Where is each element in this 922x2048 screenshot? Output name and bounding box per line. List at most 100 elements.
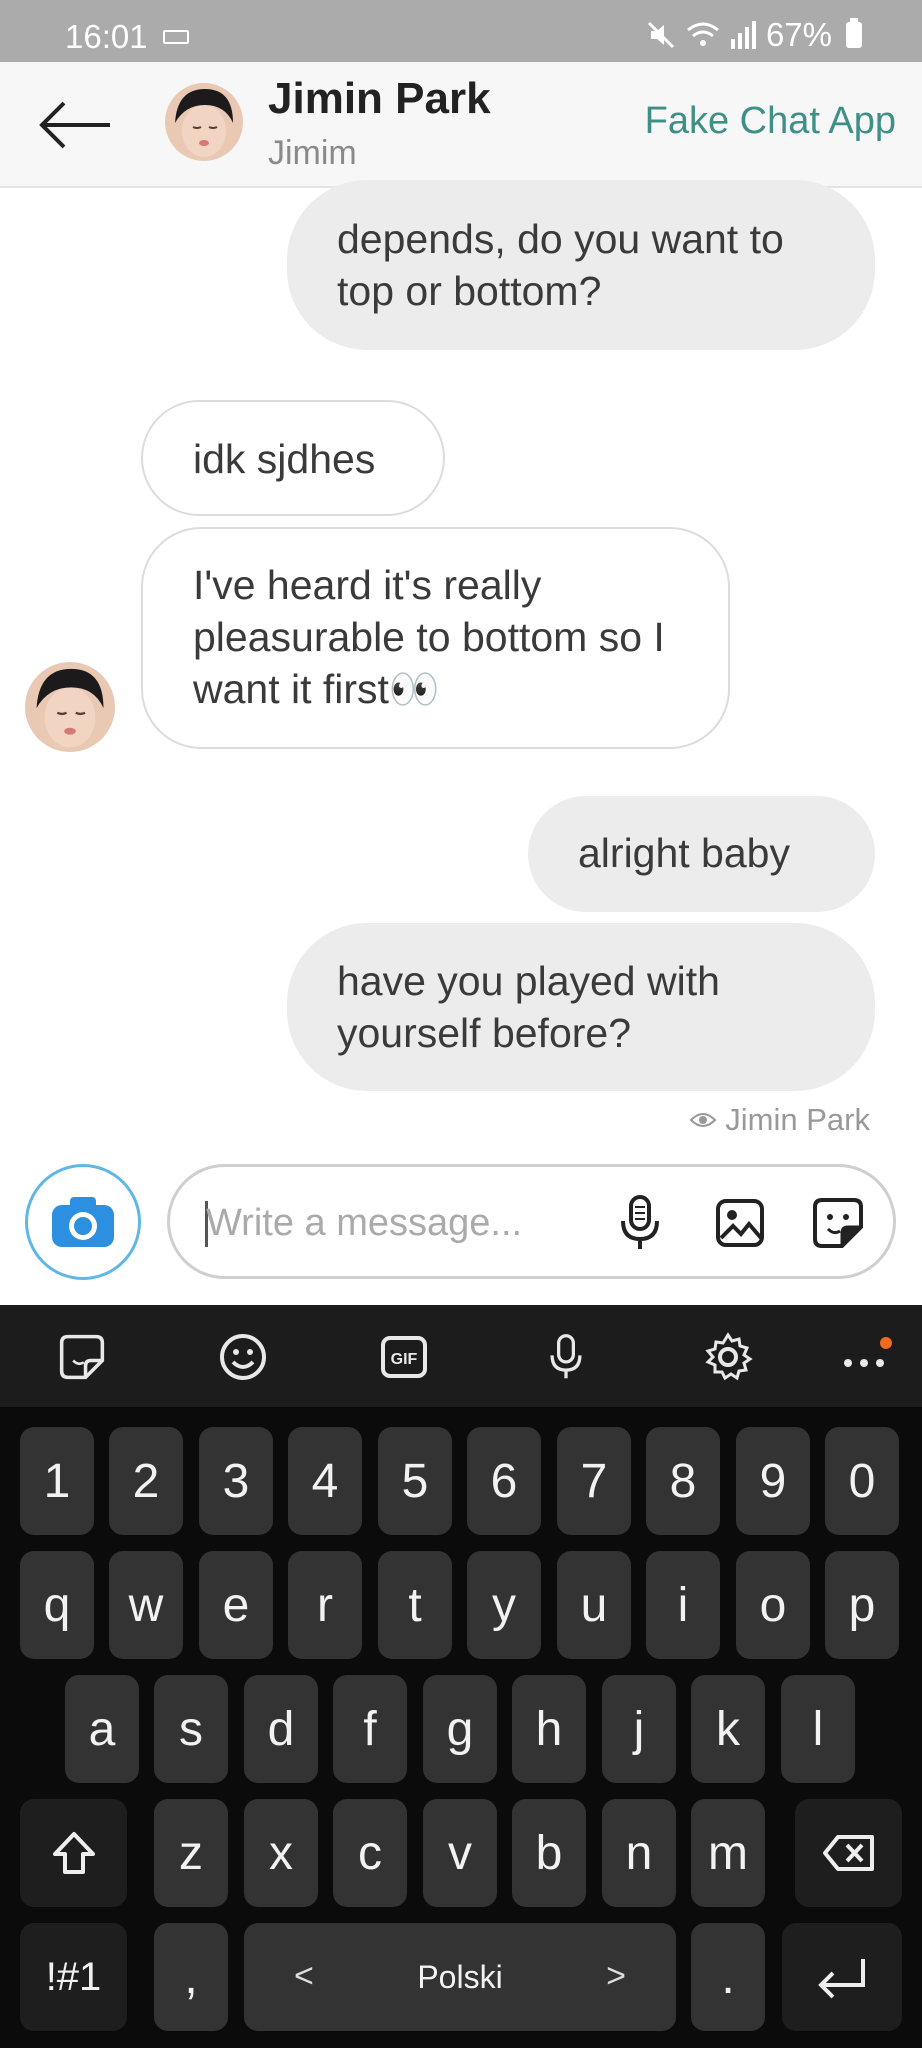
seen-indicator: Jimin Park: [689, 1102, 870, 1138]
avatar-image: [25, 662, 115, 752]
contact-username: Jimim: [268, 134, 357, 172]
key-o[interactable]: o: [736, 1551, 810, 1659]
status-time: 16:01: [65, 18, 148, 55]
language-next-indicator: >: [606, 1957, 626, 1995]
sticker-icon: [59, 1334, 105, 1380]
key-2[interactable]: 2: [109, 1427, 183, 1535]
key-0[interactable]: 0: [825, 1427, 899, 1535]
shift-key[interactable]: [20, 1799, 127, 1907]
symbols-key[interactable]: !#1: [20, 1923, 127, 2031]
shift-icon: [52, 1832, 95, 1874]
back-button[interactable]: [30, 90, 120, 160]
sticker-icon: [813, 1198, 863, 1248]
key-c[interactable]: c: [333, 1799, 407, 1907]
voice-record-button[interactable]: [610, 1193, 670, 1253]
key-7[interactable]: 7: [557, 1427, 631, 1535]
key-f[interactable]: f: [333, 1675, 407, 1783]
status-right: 67%: [646, 16, 862, 54]
key-s[interactable]: s: [154, 1675, 228, 1783]
battery-icon: [846, 18, 862, 48]
key-3[interactable]: 3: [199, 1427, 273, 1535]
space-bar-language-label: Polski: [417, 1958, 503, 1995]
seen-by-name: Jimin Park: [725, 1102, 870, 1137]
key-m[interactable]: m: [691, 1799, 765, 1907]
key-z[interactable]: z: [154, 1799, 228, 1907]
kb-emoji-button[interactable]: [213, 1327, 273, 1387]
more-icon: [844, 1337, 892, 1367]
gear-icon: [705, 1332, 753, 1381]
key-6[interactable]: 6: [467, 1427, 541, 1535]
key-a[interactable]: a: [65, 1675, 139, 1783]
app-name-link[interactable]: Fake Chat App: [645, 100, 896, 143]
key-d[interactable]: d: [244, 1675, 318, 1783]
key-v[interactable]: v: [423, 1799, 497, 1907]
sticker-button[interactable]: [808, 1193, 868, 1253]
signal-icon: [730, 21, 756, 49]
key-u[interactable]: u: [557, 1551, 631, 1659]
eye-icon: [689, 1113, 717, 1127]
message-input-container: [167, 1164, 896, 1279]
key-p[interactable]: p: [825, 1551, 899, 1659]
key-9[interactable]: 9: [736, 1427, 810, 1535]
message-bubble-incoming[interactable]: idk sjdhes: [141, 400, 445, 516]
key-y[interactable]: y: [467, 1551, 541, 1659]
arrow-left-icon: [39, 101, 110, 149]
key-n[interactable]: n: [602, 1799, 676, 1907]
kb-gif-button[interactable]: GIF: [374, 1327, 434, 1387]
mute-icon: [647, 21, 674, 49]
key-l[interactable]: l: [781, 1675, 855, 1783]
key-t[interactable]: t: [378, 1551, 452, 1659]
key-h[interactable]: h: [512, 1675, 586, 1783]
message-bubble-outgoing[interactable]: have you played with yourself before?: [287, 923, 875, 1091]
chat-header: Jimin Park Jimim Fake Chat App: [0, 62, 922, 188]
key-1[interactable]: 1: [20, 1427, 94, 1535]
message-input[interactable]: [206, 1191, 586, 1255]
enter-icon: [818, 1959, 865, 1999]
keyboard-toolbar: GIF: [0, 1305, 922, 1407]
kb-sticker-button[interactable]: [52, 1327, 112, 1387]
kb-voice-button[interactable]: [536, 1327, 596, 1387]
backspace-key[interactable]: [795, 1799, 902, 1907]
avatar-image: [165, 83, 243, 161]
emoji-icon: [220, 1334, 266, 1380]
image-icon: [716, 1199, 764, 1247]
key-k[interactable]: k: [691, 1675, 765, 1783]
key-4[interactable]: 4: [288, 1427, 362, 1535]
kb-more-button[interactable]: [836, 1327, 896, 1387]
message-bubble-outgoing[interactable]: alright baby: [528, 796, 875, 912]
message-bubble-outgoing[interactable]: depends, do you want to top or bottom?: [287, 180, 875, 350]
key-x[interactable]: x: [244, 1799, 318, 1907]
key-q[interactable]: q: [20, 1551, 94, 1659]
gallery-button[interactable]: [710, 1193, 770, 1253]
key-e[interactable]: e: [199, 1551, 273, 1659]
comma-key[interactable]: ,: [154, 1923, 228, 2031]
kb-settings-button[interactable]: [698, 1327, 758, 1387]
key-5[interactable]: 5: [378, 1427, 452, 1535]
message-bubble-incoming[interactable]: I've heard it's really pleasurable to bo…: [141, 527, 730, 749]
keyboard: GIF 1 2 3 4 5 6 7 8 9 0 q w e r t y u i …: [0, 1305, 922, 2048]
microphone-icon: [621, 1195, 659, 1249]
camera-icon: [52, 1197, 114, 1247]
key-w[interactable]: w: [109, 1551, 183, 1659]
enter-key[interactable]: [782, 1923, 902, 2031]
sender-avatar[interactable]: [25, 662, 115, 752]
backspace-icon: [822, 1835, 874, 1871]
period-key[interactable]: .: [691, 1923, 765, 2031]
key-j[interactable]: j: [602, 1675, 676, 1783]
key-8[interactable]: 8: [646, 1427, 720, 1535]
gif-icon: GIF: [381, 1336, 427, 1378]
microphone-icon: [550, 1334, 582, 1379]
wifi-icon: [687, 22, 719, 46]
camera-button[interactable]: [25, 1164, 141, 1280]
battery-percent: 67%: [765, 16, 832, 53]
key-i[interactable]: i: [646, 1551, 720, 1659]
status-bar: 16:01 67%: [0, 0, 922, 62]
contact-name: Jimin Park: [268, 74, 491, 123]
contact-avatar[interactable]: [165, 83, 243, 161]
gif-label: GIF: [391, 1351, 418, 1368]
space-bar[interactable]: < Polski >: [244, 1923, 676, 2031]
key-g[interactable]: g: [423, 1675, 497, 1783]
keyboard-status-icon: [163, 30, 189, 44]
key-r[interactable]: r: [288, 1551, 362, 1659]
key-b[interactable]: b: [512, 1799, 586, 1907]
